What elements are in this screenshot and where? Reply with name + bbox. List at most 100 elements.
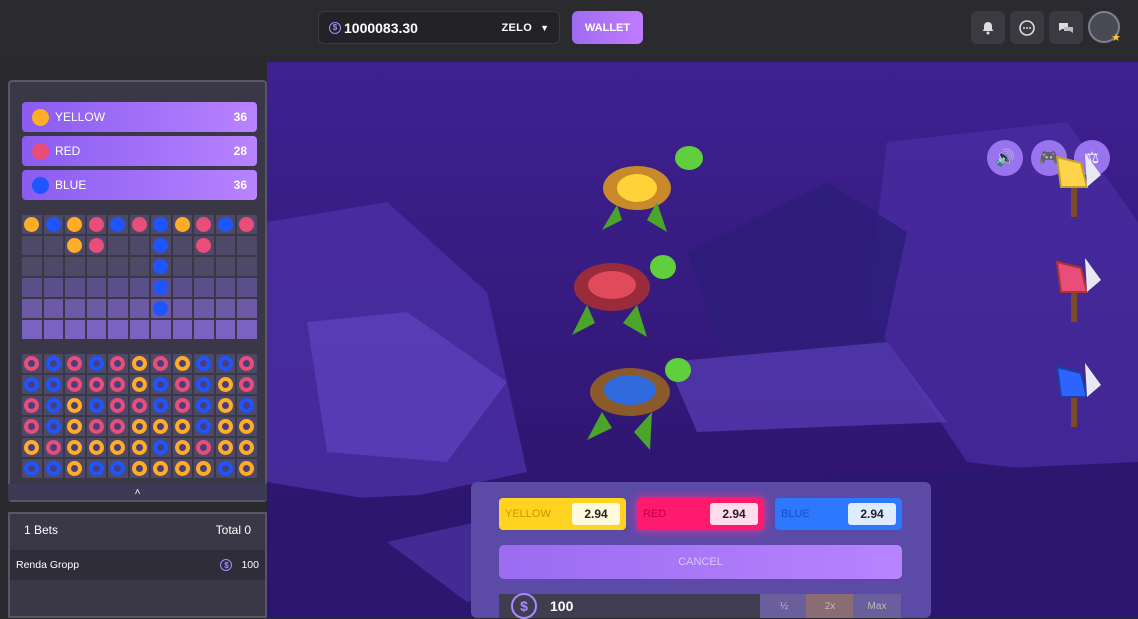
- odds-value: 2.94: [848, 503, 896, 525]
- tally-count: 36: [233, 110, 247, 124]
- grid-cell: [194, 299, 214, 318]
- tally-label: YELLOW: [55, 110, 106, 124]
- result-marker: [67, 238, 83, 253]
- result-marker: [110, 440, 126, 455]
- avatar[interactable]: ★: [1088, 11, 1121, 44]
- result-marker: [153, 377, 169, 392]
- result-marker: [217, 440, 233, 455]
- results-panel: YELLOW 36 RED 28 BLUE 36: [8, 80, 267, 502]
- grid-cell: [129, 299, 149, 318]
- result-marker: [67, 356, 83, 371]
- red-axe-icon: [1055, 258, 1101, 322]
- result-marker: [131, 419, 147, 434]
- result-marker: [88, 419, 104, 434]
- result-marker: [153, 440, 169, 455]
- result-marker: [131, 461, 147, 476]
- grid-cell: [86, 215, 106, 234]
- bet-amount-value: 100: [241, 559, 259, 571]
- star-icon: ★: [1111, 32, 1121, 44]
- result-marker: [131, 398, 147, 413]
- grid-row: [22, 257, 257, 276]
- result-marker: [110, 461, 126, 476]
- result-marker: [174, 440, 190, 455]
- grid-cell: [22, 438, 42, 457]
- grid-cell: [108, 299, 128, 318]
- grid-cell: [43, 236, 63, 255]
- result-marker: [196, 356, 212, 371]
- grid-cell: [237, 215, 257, 234]
- result-marker: [196, 238, 212, 253]
- sound-button[interactable]: 🔊: [987, 140, 1023, 176]
- grid-cell: [129, 438, 149, 457]
- result-marker: [131, 217, 147, 232]
- grid-cell: [215, 375, 235, 394]
- bet-blue-button[interactable]: BLUE 2.94: [775, 498, 902, 530]
- grid-cell: [86, 354, 106, 373]
- grid-cell: [151, 417, 171, 436]
- result-marker: [131, 440, 147, 455]
- result-marker: [239, 398, 255, 413]
- grid-cell: [22, 236, 42, 255]
- grid-cell: [215, 215, 235, 234]
- grid-cell: [43, 438, 63, 457]
- grid-cell: [129, 459, 149, 478]
- collapse-button[interactable]: ˄: [8, 484, 267, 500]
- result-marker: [67, 377, 83, 392]
- wallet-button[interactable]: WALLET: [572, 11, 643, 44]
- grid-cell: [237, 257, 257, 276]
- grid-cell: [237, 459, 257, 478]
- grid-cell: [215, 354, 235, 373]
- grid-cell: [215, 278, 235, 297]
- balance-selector[interactable]: $ 1000083.30 ZELO ▼: [318, 11, 560, 44]
- result-marker: [153, 217, 169, 232]
- result-marker: [239, 356, 255, 371]
- result-marker: [217, 419, 233, 434]
- bell-icon[interactable]: [971, 11, 1005, 44]
- result-marker: [153, 398, 169, 413]
- grid-row: [22, 215, 257, 234]
- odds-label: YELLOW: [505, 508, 551, 520]
- result-marker: [45, 398, 61, 413]
- result-marker: [24, 217, 40, 232]
- result-marker: [174, 377, 190, 392]
- grid-cell: [86, 459, 106, 478]
- grid-cell: [151, 299, 171, 318]
- result-marker: [67, 398, 83, 413]
- grid-cell: [194, 438, 214, 457]
- messages-icon[interactable]: [1049, 11, 1083, 44]
- result-marker: [131, 356, 147, 371]
- grid-cell: [237, 278, 257, 297]
- result-marker: [153, 461, 169, 476]
- result-marker: [217, 356, 233, 371]
- double-button[interactable]: 2x: [806, 594, 854, 618]
- grid-cell: [172, 459, 192, 478]
- grid-cell: [65, 459, 85, 478]
- grid-cell: [129, 215, 149, 234]
- recent-results-grid: [22, 215, 257, 341]
- bet-amount-input[interactable]: $ 100: [499, 593, 761, 619]
- result-marker: [153, 280, 169, 295]
- result-marker: [153, 301, 169, 316]
- result-marker: [217, 377, 233, 392]
- cancel-button[interactable]: CANCEL: [499, 545, 902, 579]
- chat-bubble-icon[interactable]: [1010, 11, 1044, 44]
- coin-icon: $: [329, 21, 341, 34]
- grid-cell: [237, 354, 257, 373]
- grid-cell: [22, 396, 42, 415]
- result-marker: [174, 398, 190, 413]
- result-marker: [24, 461, 40, 476]
- bet-yellow-button[interactable]: YELLOW 2.94: [499, 498, 626, 530]
- grid-cell: [43, 299, 63, 318]
- grid-cell: [86, 320, 106, 339]
- coin-icon: $: [511, 593, 537, 619]
- half-button[interactable]: ½: [760, 594, 808, 618]
- max-button[interactable]: Max: [853, 594, 901, 618]
- result-marker: [110, 377, 126, 392]
- tally-label: RED: [55, 144, 81, 158]
- currency-label: ZELO: [501, 21, 533, 34]
- bet-red-button[interactable]: RED 2.94: [637, 498, 764, 530]
- result-marker: [217, 461, 233, 476]
- result-marker: [67, 419, 83, 434]
- odds-value: 2.94: [710, 503, 758, 525]
- result-marker: [88, 238, 104, 253]
